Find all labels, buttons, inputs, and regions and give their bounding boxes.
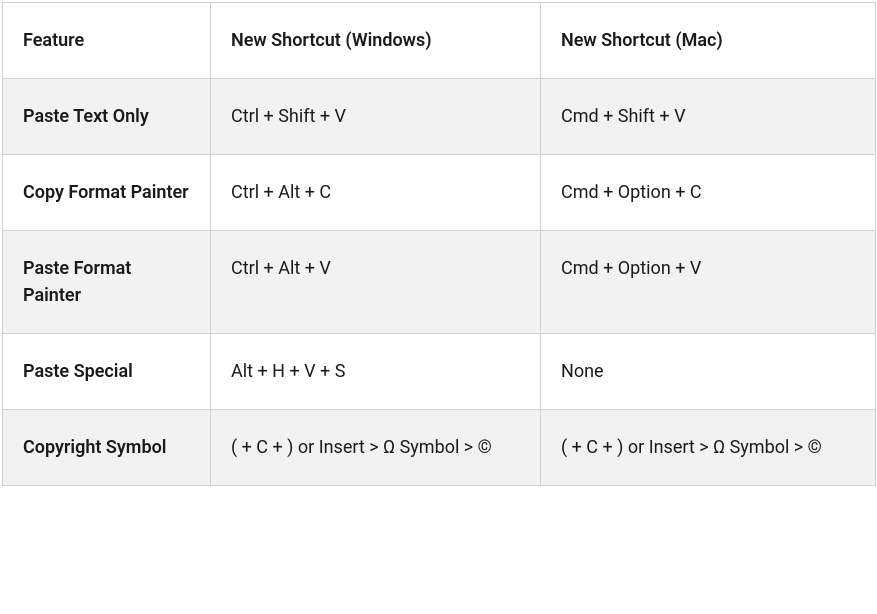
cell-feature: Paste Special [3, 334, 211, 410]
table-row: Copyright Symbol ( + C + ) or Insert > Ω… [3, 410, 876, 486]
table-row: Paste Format Painter Ctrl + Alt + V Cmd … [3, 231, 876, 334]
table-row: Paste Text Only Ctrl + Shift + V Cmd + S… [3, 79, 876, 155]
cell-feature: Paste Format Painter [3, 231, 211, 334]
shortcuts-table: Feature New Shortcut (Windows) New Short… [2, 2, 876, 486]
cell-mac: None [541, 334, 876, 410]
cell-windows: Ctrl + Shift + V [211, 79, 541, 155]
cell-feature: Paste Text Only [3, 79, 211, 155]
header-feature: Feature [3, 3, 211, 79]
table-header-row: Feature New Shortcut (Windows) New Short… [3, 3, 876, 79]
table-row: Copy Format Painter Ctrl + Alt + C Cmd +… [3, 155, 876, 231]
cell-mac: Cmd + Shift + V [541, 79, 876, 155]
cell-windows: Alt + H + V + S [211, 334, 541, 410]
cell-windows: Ctrl + Alt + C [211, 155, 541, 231]
cell-mac: Cmd + Option + C [541, 155, 876, 231]
cell-feature: Copy Format Painter [3, 155, 211, 231]
cell-mac: ( + C + ) or Insert > Ω Symbol > © [541, 410, 876, 486]
cell-feature: Copyright Symbol [3, 410, 211, 486]
header-mac: New Shortcut (Mac) [541, 3, 876, 79]
cell-windows: Ctrl + Alt + V [211, 231, 541, 334]
header-windows: New Shortcut (Windows) [211, 3, 541, 79]
table-row: Paste Special Alt + H + V + S None [3, 334, 876, 410]
cell-mac: Cmd + Option + V [541, 231, 876, 334]
cell-windows: ( + C + ) or Insert > Ω Symbol > © [211, 410, 541, 486]
